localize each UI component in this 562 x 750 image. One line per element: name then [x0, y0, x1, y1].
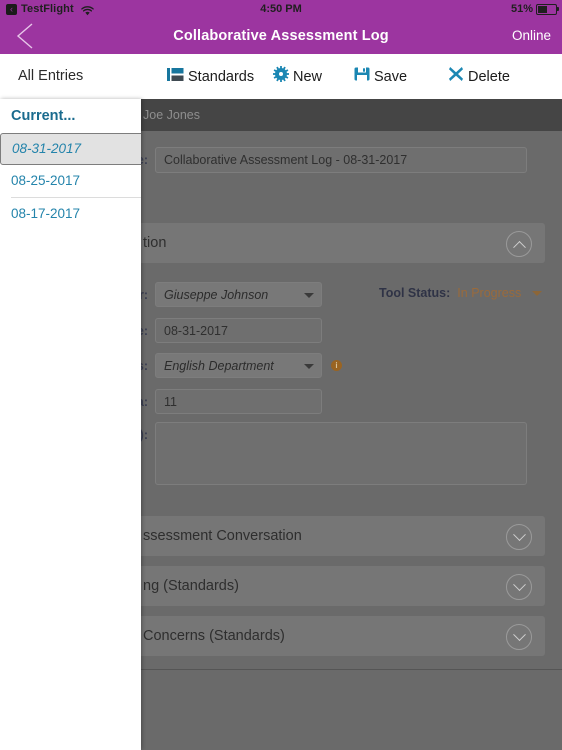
gear-icon: [273, 66, 289, 87]
tool-status-group: Tool Status: In Progress: [379, 286, 543, 300]
notes-textarea[interactable]: [155, 422, 527, 485]
chevron-down-icon[interactable]: [506, 524, 532, 550]
app-root: ‹ TestFlight 4:50 PM 51% Collaborative A…: [0, 0, 562, 750]
entry-date: 08-31-2017: [12, 141, 82, 156]
ios-status-bar: ‹ TestFlight 4:50 PM 51%: [0, 0, 562, 18]
tags-value: English Department: [164, 358, 274, 373]
area-input[interactable]: 11: [155, 389, 322, 414]
section-standards-concerns-title: Concerns (Standards): [143, 628, 285, 644]
delete-button[interactable]: Delete: [448, 54, 510, 99]
entry-date: 08-25-2017: [11, 173, 81, 188]
new-button[interactable]: New: [273, 54, 322, 99]
standards-icon: [167, 67, 184, 87]
chevron-up-icon[interactable]: [506, 231, 532, 257]
section-assessment-conversation[interactable]: ssessment Conversation: [133, 516, 545, 556]
all-entries-button[interactable]: All Entries: [18, 54, 83, 99]
battery-icon: [536, 3, 559, 15]
tool-status-value[interactable]: In Progress: [457, 286, 521, 300]
chevron-down-icon: [304, 363, 314, 369]
connection-status[interactable]: Online: [512, 18, 551, 54]
current-user-label: Joe Jones: [143, 108, 200, 122]
entries-popover-header: Current...: [11, 108, 76, 124]
save-label: Save: [374, 68, 408, 85]
new-label: New: [293, 68, 323, 85]
section-information[interactable]: tion: [133, 223, 545, 263]
standards-label: Standards: [188, 68, 255, 85]
chevron-down-icon[interactable]: [506, 574, 532, 600]
evaluator-value: Giuseppe Johnson: [164, 287, 269, 302]
app-toolbar: All Entries Standards New Save Delete: [0, 54, 562, 100]
save-button[interactable]: Save: [354, 54, 407, 99]
date-input[interactable]: 08-31-2017: [155, 318, 322, 343]
section-standards-strengths[interactable]: ng (Standards): [133, 566, 545, 606]
evaluator-dropdown[interactable]: Giuseppe Johnson: [155, 282, 322, 307]
chevron-down-icon: [304, 292, 314, 298]
entry-list-item-0[interactable]: 08-31-2017: [0, 133, 141, 165]
section-standards-concerns[interactable]: Concerns (Standards): [133, 616, 545, 656]
tags-dropdown[interactable]: English Department: [155, 353, 322, 378]
section-standards-strengths-title: ng (Standards): [143, 578, 239, 594]
entry-list-item-1[interactable]: 08-25-2017: [0, 165, 141, 197]
floppy-disk-save-icon: [354, 66, 370, 87]
close-x-icon: [448, 66, 464, 87]
name-input[interactable]: Collaborative Assessment Log - 08-31-201…: [155, 147, 527, 173]
navigation-bar: Collaborative Assessment Log Online: [0, 18, 562, 54]
entry-date: 08-17-2017: [11, 206, 81, 221]
status-bar-right: 51%: [510, 0, 559, 18]
page-title: Collaborative Assessment Log: [173, 28, 389, 44]
chevron-down-icon[interactable]: [532, 290, 543, 296]
standards-button[interactable]: Standards: [167, 54, 254, 99]
tool-status-label: Tool Status:: [379, 286, 451, 300]
section-assessment-conversation-title: ssessment Conversation: [143, 528, 302, 544]
chevron-down-icon[interactable]: [506, 624, 532, 650]
battery-percent: 51%: [510, 3, 533, 15]
status-bar-clock: 4:50 PM: [260, 3, 302, 15]
delete-label: Delete: [468, 68, 510, 85]
entries-popover: Current... 08-31-2017 08-25-2017 08-17-2…: [0, 99, 141, 750]
entry-list-item-2[interactable]: 08-17-2017: [0, 198, 141, 230]
info-icon[interactable]: i: [331, 360, 342, 371]
